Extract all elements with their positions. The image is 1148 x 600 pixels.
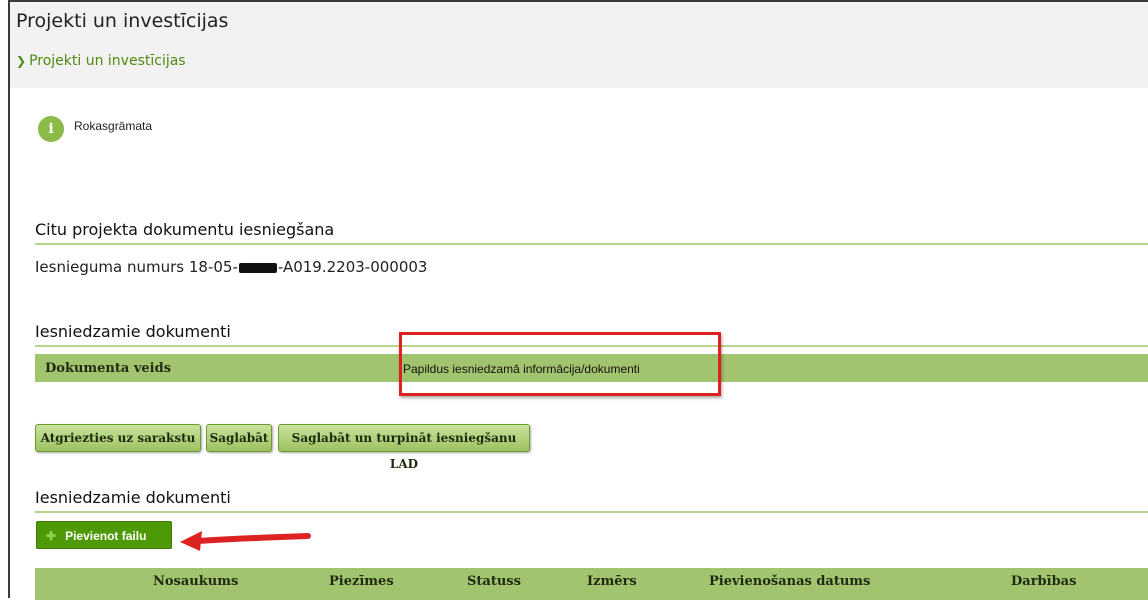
add-file-label: Pievienot failu <box>65 529 147 543</box>
document-type-label: Dokumenta veids <box>45 361 172 376</box>
application-number-prefix: Iesnieguma numurs 18-05- <box>35 258 238 276</box>
column-header-notes[interactable]: Piezīmes <box>329 574 394 589</box>
files-title: Iesniedzamie dokumenti <box>35 488 231 507</box>
main-window: Projekti un investīcijas ❯ Projekti un in… <box>8 0 1148 600</box>
files-table-header: Nosaukums Piezīmes Statuss Izmērs Pievie… <box>35 568 1148 600</box>
submission-title: Citu projekta dokumentu iesniegšana <box>35 220 335 239</box>
column-header-size[interactable]: Izmērs <box>587 574 637 589</box>
breadcrumb-label: Projekti un investīcijas <box>29 53 186 69</box>
back-to-list-button[interactable]: Atgriezties uz sarakstu <box>35 424 201 452</box>
divider <box>35 511 1148 513</box>
add-file-button[interactable]: ✚ Pievienot failu <box>36 521 172 549</box>
application-number: Iesnieguma numurs 18-05- -A019.2203-00000… <box>35 258 427 276</box>
header-bar: Projekti un investīcijas ❯ Projekti un in… <box>10 2 1148 88</box>
application-number-suffix: -A019.2203-000003 <box>277 258 428 276</box>
page-title: Projekti un investīcijas <box>16 10 229 32</box>
highlight-annotation <box>399 332 721 396</box>
save-button[interactable]: Saglabāt <box>206 424 272 452</box>
divider <box>35 243 1148 245</box>
chevron-down-icon: ❯ <box>16 54 27 68</box>
arrow-annotation-icon <box>180 531 311 551</box>
documents-title: Iesniedzamie dokumenti <box>35 322 231 341</box>
plus-icon: ✚ <box>46 529 57 543</box>
column-header-status[interactable]: Statuss <box>467 574 521 589</box>
info-icon: i <box>38 116 64 142</box>
manual-label[interactable]: Rokasgrāmata <box>74 119 152 133</box>
save-and-continue-button[interactable]: Saglabāt un turpināt iesniegšanu LAD <box>278 424 530 471</box>
column-header-actions: Darbības <box>1011 574 1077 589</box>
column-header-name[interactable]: Nosaukums <box>153 574 238 589</box>
column-header-date[interactable]: Pievienošanas datums <box>709 574 870 589</box>
breadcrumb[interactable]: ❯ Projekti un investīcijas <box>16 53 186 69</box>
redaction-mark <box>238 262 277 273</box>
